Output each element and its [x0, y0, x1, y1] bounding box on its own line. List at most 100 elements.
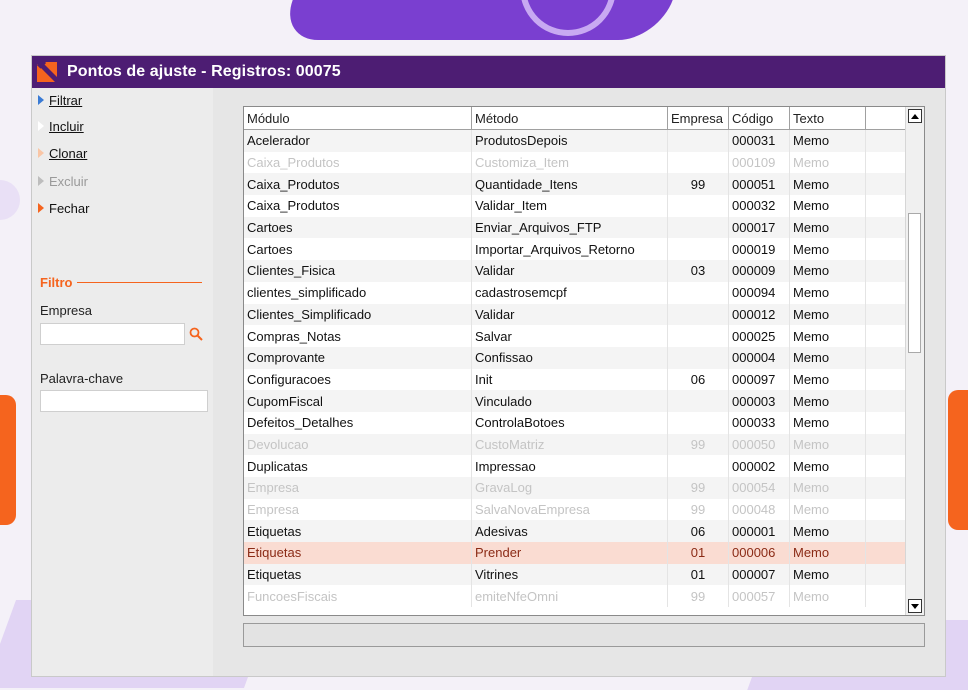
table-row[interactable]: Caixa_Produtos Validar_Item 000032 Memo [244, 195, 924, 217]
fechar-button[interactable]: Fechar [38, 198, 89, 218]
sidebar: Filtrar Incluir Clonar Excluir Fechar Fi… [32, 88, 213, 676]
cell-modulo: Compras_Notas [244, 325, 472, 347]
cell-texto: Memo [790, 303, 866, 326]
cell-modulo: Clientes_Simplificado [244, 303, 472, 326]
cell-codigo: 000003 [729, 390, 790, 412]
table-row[interactable]: FuncoesFiscais emiteNfeOmni 99 000057 Memo [244, 585, 924, 608]
scroll-down-button[interactable] [908, 599, 922, 613]
vertical-scrollbar[interactable] [905, 107, 924, 615]
cell-texto: Memo [790, 390, 866, 412]
filtrar-button[interactable]: Filtrar [38, 90, 82, 110]
table-row[interactable]: Etiquetas Adesivas 06 000001 Memo [244, 520, 924, 543]
table-row[interactable]: Empresa GravaLog 99 000054 Memo [244, 477, 924, 499]
empresa-label: Empresa [40, 303, 93, 318]
cell-texto: Memo [790, 325, 866, 347]
main-panel: Módulo Método Empresa Código Texto Acele… [213, 88, 945, 676]
cell-metodo: Init [472, 368, 668, 391]
cell-texto: Memo [790, 520, 866, 543]
cell-texto: Memo [790, 411, 866, 434]
cell-codigo: 000033 [729, 411, 790, 434]
cell-codigo: 000025 [729, 325, 790, 347]
cell-modulo: Empresa [244, 498, 472, 521]
cell-empresa: 01 [668, 542, 729, 564]
table-row[interactable]: Acelerador ProdutosDepois 000031 Memo [244, 130, 924, 152]
cell-metodo: Enviar_Arquivos_FTP [472, 216, 668, 239]
grid-footer-bar [243, 623, 925, 647]
cell-codigo: 000054 [729, 477, 790, 499]
scroll-up-button[interactable] [908, 109, 922, 123]
cell-codigo: 000017 [729, 216, 790, 239]
background-shape [0, 395, 16, 525]
cell-empresa: 06 [668, 520, 729, 543]
cell-modulo: Etiquetas [244, 520, 472, 543]
table-row[interactable]: Configuracoes Init 06 000097 Memo [244, 368, 924, 391]
table-row[interactable]: Cartoes Enviar_Arquivos_FTP 000017 Memo [244, 216, 924, 239]
excluir-button[interactable]: Excluir [38, 171, 88, 191]
cell-modulo: Clientes_Fisica [244, 260, 472, 282]
cell-codigo: 000109 [729, 151, 790, 174]
cell-codigo: 000097 [729, 368, 790, 391]
cell-empresa [668, 281, 729, 304]
arrow-down-icon [911, 603, 919, 609]
table-row[interactable]: clientes_simplificado cadastrosemcpf 00009… [244, 281, 924, 304]
cell-codigo: 000002 [729, 455, 790, 477]
palavra-chave-field[interactable] [40, 390, 208, 412]
cell-codigo: 000001 [729, 520, 790, 543]
cell-modulo: Empresa [244, 477, 472, 499]
column-header-modulo[interactable]: Módulo [244, 107, 472, 129]
filtrar-label: Filtrar [49, 92, 83, 108]
title-bar[interactable]: Pontos de ajuste - Registros: 00075 [32, 56, 945, 88]
cell-texto: Memo [790, 151, 866, 174]
play-arrow-icon [38, 203, 44, 213]
column-header-codigo[interactable]: Código [729, 107, 790, 129]
incluir-button[interactable]: Incluir [38, 116, 84, 136]
table-row[interactable]: Comprovante Confissao 000004 Memo [244, 346, 924, 369]
cell-texto: Memo [790, 498, 866, 521]
cell-texto: Memo [790, 130, 866, 152]
column-header-texto[interactable]: Texto [790, 107, 866, 129]
table-row[interactable]: Clientes_Fisica Validar 03 000009 Memo [244, 260, 924, 282]
cell-metodo: SalvaNovaEmpresa [472, 498, 668, 521]
cell-empresa: 99 [668, 173, 729, 196]
table-row[interactable]: Clientes_Simplificado Validar 000012 Memo [244, 303, 924, 326]
cell-metodo: Validar [472, 260, 668, 282]
cell-metodo: GravaLog [472, 477, 668, 499]
table-row[interactable]: Etiquetas Vitrines 01 000007 Memo [244, 563, 924, 586]
excluir-label: Excluir [49, 173, 89, 189]
clonar-button[interactable]: Clonar [38, 143, 87, 163]
empresa-field[interactable] [40, 323, 185, 345]
cell-modulo: Cartoes [244, 216, 472, 239]
cell-modulo: Acelerador [244, 130, 472, 152]
table-row[interactable]: Defeitos_Detalhes ControlaBotoes 000033 Mem… [244, 411, 924, 434]
cell-metodo: Vinculado [472, 390, 668, 412]
cell-codigo: 000004 [729, 346, 790, 369]
table-row[interactable]: CupomFiscal Vinculado 000003 Memo [244, 390, 924, 412]
cell-empresa: 03 [668, 260, 729, 282]
grid-header: Módulo Método Empresa Código Texto [244, 107, 924, 130]
column-header-empresa[interactable]: Empresa [668, 107, 729, 129]
cell-texto: Memo [790, 173, 866, 196]
table-row[interactable]: Compras_Notas Salvar 000025 Memo [244, 325, 924, 347]
cell-texto: Memo [790, 368, 866, 391]
table-row[interactable]: Devolucao CustoMatriz 99 000050 Memo [244, 433, 924, 456]
search-icon[interactable] [189, 327, 203, 341]
records-grid[interactable]: Módulo Método Empresa Código Texto Acele… [243, 106, 925, 616]
table-row[interactable]: Cartoes Importar_Arquivos_Retorno 000019 Me… [244, 238, 924, 261]
background-shape [278, 0, 702, 40]
table-row[interactable]: Empresa SalvaNovaEmpresa 99 000048 Memo [244, 498, 924, 521]
table-row[interactable]: Etiquetas Prender 01 000006 Memo [244, 542, 924, 564]
cell-empresa [668, 325, 729, 347]
table-row[interactable]: Caixa_Produtos Customiza_Item 000109 Memo [244, 151, 924, 174]
window-title: Pontos de ajuste - Registros: 00075 [67, 63, 341, 80]
cell-metodo: Confissao [472, 346, 668, 369]
column-header-metodo[interactable]: Método [472, 107, 668, 129]
filter-heading: Filtro [40, 275, 73, 290]
cell-texto: Memo [790, 281, 866, 304]
table-row[interactable]: Caixa_Produtos Quantidade_Itens 99 000051 Me… [244, 173, 924, 196]
cell-texto: Memo [790, 216, 866, 239]
table-row[interactable]: Duplicatas Impressao 000002 Memo [244, 455, 924, 477]
scroll-thumb[interactable] [908, 213, 921, 353]
cell-texto: Memo [790, 542, 866, 564]
cell-empresa: 06 [668, 368, 729, 391]
cell-texto: Memo [790, 260, 866, 282]
